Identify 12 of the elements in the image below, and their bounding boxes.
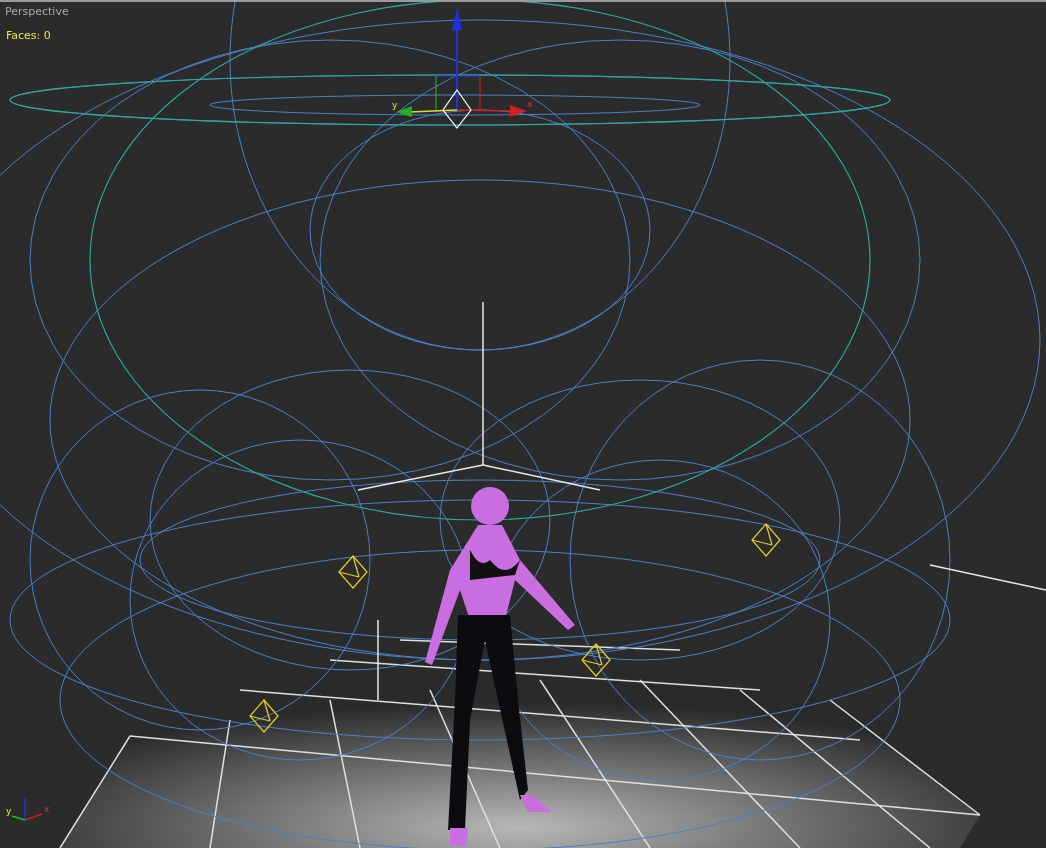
viewport-label[interactable]: Perspective — [5, 5, 69, 18]
omni-light-icon[interactable] — [581, 643, 611, 677]
axis-tripod-icon — [11, 797, 43, 821]
move-gizmo-icon[interactable] — [396, 8, 527, 129]
omni-light-icon[interactable] — [338, 555, 368, 589]
tripod-axis-label: x — [44, 804, 50, 814]
gizmo-axis-label: x — [527, 99, 533, 109]
tripod-axis-label: y — [6, 806, 12, 816]
omni-light-icon[interactable] — [751, 523, 781, 557]
omni-light-icon[interactable] — [249, 699, 279, 733]
face-count-text: Faces: 0 — [6, 29, 51, 42]
gizmo-axis-label: y — [392, 100, 398, 110]
